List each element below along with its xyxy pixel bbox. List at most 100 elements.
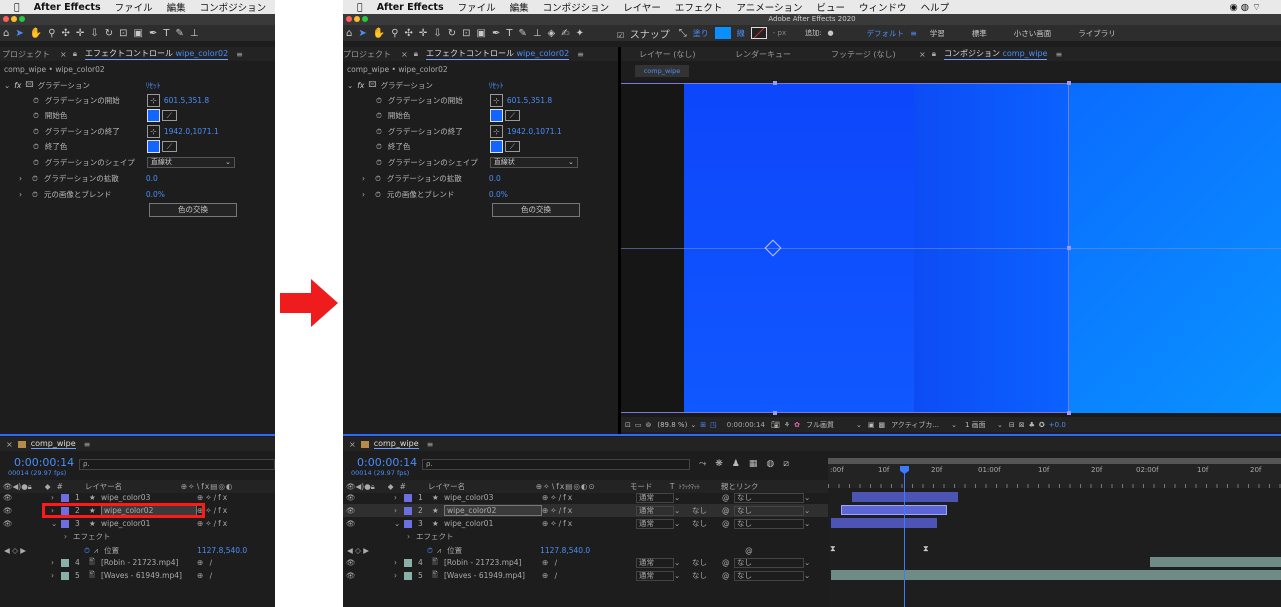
audio-icon[interactable]: ◀︎) bbox=[356, 482, 365, 491]
draft-3d-icon[interactable]: ❋ bbox=[715, 459, 732, 469]
add-label[interactable]: 追加: bbox=[805, 28, 821, 38]
workspace-menu-icon[interactable]: ≡ bbox=[910, 29, 917, 38]
chevron-right-icon[interactable]: › bbox=[394, 506, 402, 515]
label-color[interactable] bbox=[404, 571, 412, 580]
dolly-tool-icon[interactable]: ⇩ bbox=[433, 28, 441, 39]
stopwatch-icon[interactable]: ⏱︎ bbox=[32, 190, 38, 200]
workspace-default[interactable]: デフォルト bbox=[867, 28, 905, 39]
label-color[interactable] bbox=[61, 558, 69, 567]
label-color[interactable] bbox=[61, 571, 69, 580]
layer-switches[interactable]: ⊕✧∕fx bbox=[197, 493, 267, 502]
layer-row[interactable]: › 4 🖺︎ [Robin - 21723.mp4] ⊕ ∕ bbox=[0, 556, 275, 569]
vr-icon[interactable]: ⊚ bbox=[646, 421, 652, 429]
rotate-tool-icon[interactable]: ↻ bbox=[105, 28, 113, 39]
tab-effect-controls[interactable]: エフェクトコントロール wipe_color02 bbox=[425, 48, 570, 60]
start-color-swatch[interactable] bbox=[489, 109, 503, 122]
lock-icon[interactable]: 🔒︎ bbox=[932, 49, 936, 59]
pen-tool-icon[interactable]: ✒ bbox=[492, 28, 500, 39]
reset-link[interactable]: ﾘｾｯﾄ bbox=[489, 80, 504, 91]
roto-tool-icon[interactable]: ✍ bbox=[561, 28, 569, 39]
stopwatch-icon[interactable]: ⏱︎ bbox=[376, 142, 382, 152]
lock-icon[interactable]: 🔒︎ bbox=[414, 49, 418, 59]
transparency-icon[interactable]: ▩ bbox=[879, 421, 886, 429]
eyedropper-icon[interactable]: ⟋ bbox=[161, 110, 177, 121]
selection-tool-icon[interactable]: ➤ bbox=[15, 28, 23, 39]
track-bar[interactable] bbox=[831, 570, 1281, 580]
swap-colors-button[interactable]: 色の交換 bbox=[149, 203, 237, 217]
zoom-tool-icon[interactable]: ⚲ bbox=[391, 28, 398, 39]
chevron-right-icon[interactable]: › bbox=[394, 558, 402, 567]
comp-chip[interactable]: comp_wipe bbox=[635, 65, 689, 77]
prop-scatter-value[interactable]: 0.0 bbox=[146, 174, 158, 183]
menu-composition[interactable]: コンポジション bbox=[200, 0, 267, 14]
label-icon[interactable]: ◆ bbox=[45, 482, 51, 491]
layer-switches[interactable]: ⊕ ∕ bbox=[542, 571, 636, 580]
layer-switches[interactable]: ⊕✧∕fx bbox=[542, 519, 636, 528]
zoom-level[interactable]: (89.8 %) bbox=[657, 421, 687, 429]
menu-composition[interactable]: コンポジション bbox=[543, 0, 610, 14]
mask-tool-icon[interactable]: ▣ bbox=[133, 28, 142, 39]
bounds-handle[interactable] bbox=[773, 81, 777, 85]
trkmat-dropdown[interactable]: なし bbox=[688, 505, 722, 516]
lock-icon[interactable]: 🔒︎ bbox=[73, 49, 77, 59]
chevron-right-icon[interactable]: › bbox=[51, 493, 59, 502]
layer-row[interactable]: › 5 🖺︎ [Waves - 61949.mp4] ⊕ ∕ bbox=[0, 569, 275, 582]
tab-project[interactable]: プロジェクト bbox=[343, 49, 391, 60]
effect-header-row[interactable]: ⌄ fx 🖾︎ グラデーション ﾘｾｯﾄ bbox=[347, 79, 504, 92]
tab-timeline-comp[interactable]: comp_wipe bbox=[373, 439, 419, 449]
menu-file[interactable]: ファイル bbox=[115, 0, 153, 14]
stopwatch-icon[interactable]: ⏱︎ bbox=[375, 174, 381, 184]
toggle-icon[interactable]: ⊠ bbox=[1019, 421, 1025, 429]
eye-icon[interactable]: 👁︎ bbox=[346, 519, 386, 528]
parent-dropdown[interactable]: なし bbox=[734, 505, 804, 516]
trkmat-dropdown[interactable]: なし bbox=[688, 557, 722, 568]
menu-effect[interactable]: エフェクト bbox=[675, 0, 723, 14]
motion-blur-icon[interactable]: ◍ bbox=[766, 459, 783, 469]
layer-row[interactable]: 👁︎ › 2 ★ wipe_color02 ⊕✧∕fx 通常 ⌄ なし @ なし ⌄ bbox=[343, 504, 828, 517]
stopwatch-icon[interactable]: ⏱︎ bbox=[376, 158, 382, 168]
swap-colors-button[interactable]: 色の交換 bbox=[492, 203, 580, 217]
stopwatch-icon[interactable]: ⏱︎ bbox=[427, 546, 433, 556]
chevron-right-icon[interactable]: › bbox=[51, 558, 59, 567]
stopwatch-icon[interactable]: ⏱︎ bbox=[32, 174, 38, 184]
end-color-swatch[interactable] bbox=[146, 140, 160, 153]
menu-edit[interactable]: 編集 bbox=[510, 0, 529, 14]
prop-blend-value[interactable]: 0.0% bbox=[489, 190, 508, 199]
label-color[interactable] bbox=[404, 493, 412, 502]
layer-name[interactable]: wipe_color02 bbox=[444, 505, 542, 516]
eye-icon[interactable]: 👁︎ bbox=[3, 482, 13, 491]
tab-footage[interactable]: フッテージ (なし) bbox=[831, 49, 911, 60]
layer-row[interactable]: 👁︎ › 4 🖺︎ [Robin - 21723.mp4] ⊕ ∕ 通常 ⌄ なし @ なし ⌄ bbox=[343, 556, 828, 569]
prop-scatter-value[interactable]: 0.0 bbox=[489, 174, 501, 183]
keyframe-icon[interactable]: ⧗ bbox=[830, 544, 836, 554]
mode-dropdown[interactable]: 通常 bbox=[636, 570, 674, 581]
app-menu[interactable]: After Effects bbox=[34, 2, 101, 13]
bounds-handle[interactable] bbox=[1067, 81, 1071, 85]
prop-start-color[interactable]: ⏱︎ 開始色 ⟋ bbox=[376, 109, 520, 122]
spiral-icon[interactable]: @ bbox=[722, 519, 734, 528]
keyframe-icon[interactable]: ⧗ bbox=[923, 544, 929, 554]
eye-icon[interactable]: 👁︎ bbox=[346, 571, 386, 580]
color-icon[interactable]: ✿ bbox=[794, 421, 800, 429]
layer-switches[interactable]: ⊕✧∕fx bbox=[197, 519, 267, 528]
work-area-bar[interactable] bbox=[828, 458, 1281, 464]
chevron-down-icon[interactable]: ⌄ bbox=[856, 421, 862, 429]
prop-scatter[interactable]: › ⏱︎ グラデーションの拡散 0.0 bbox=[19, 172, 158, 185]
spiral-icon[interactable]: @ bbox=[722, 571, 734, 580]
layer-row[interactable]: 👁︎ ⌄ 3 ★ wipe_color01 ⊕✧∕fx bbox=[0, 517, 275, 530]
workspace-standard[interactable]: 標準 bbox=[972, 28, 987, 39]
track-bar[interactable] bbox=[852, 492, 958, 502]
chevron-right-icon[interactable]: › bbox=[19, 174, 22, 183]
tab-project[interactable]: プロジェクト bbox=[2, 49, 50, 60]
lock-icon[interactable]: 🔒︎ bbox=[371, 482, 375, 492]
frame-blend-icon[interactable]: ▦ bbox=[749, 459, 767, 469]
channel-icon[interactable]: ⚘ bbox=[784, 421, 790, 429]
prop-blend-value[interactable]: 0.0% bbox=[146, 190, 165, 199]
camera-dropdown[interactable]: アクティブカ... bbox=[891, 420, 951, 430]
graph-editor-icon[interactable]: ⧄ bbox=[783, 459, 798, 469]
mode-dropdown[interactable]: 通常 bbox=[636, 518, 674, 529]
keyframe-nav-icon[interactable]: ◀ ◇ ▶ bbox=[347, 546, 427, 555]
stopwatch-icon[interactable]: ⏱︎ bbox=[376, 127, 382, 137]
prop-start-value[interactable]: 601.5,351.8 bbox=[507, 96, 552, 105]
prop-scatter[interactable]: › ⏱︎ グラデーションの拡散 0.0 bbox=[362, 172, 501, 185]
